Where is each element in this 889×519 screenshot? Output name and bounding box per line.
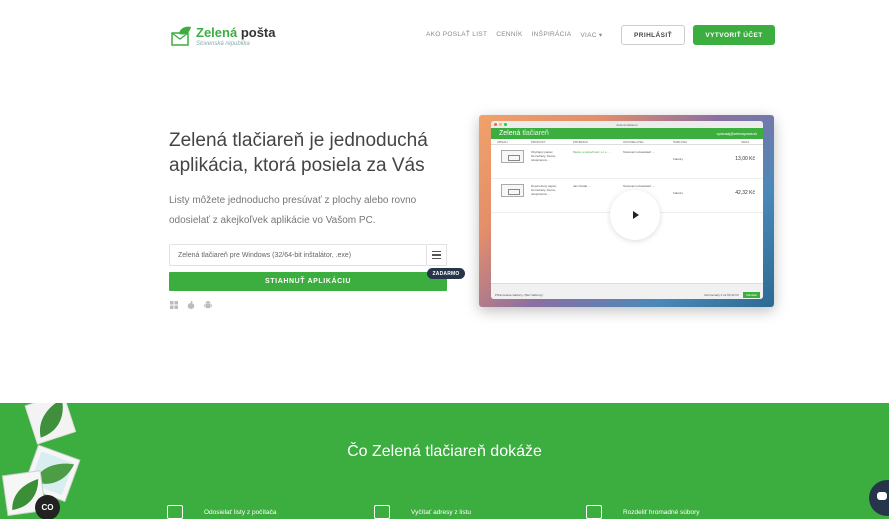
cookie-settings-button[interactable]: CO	[35, 495, 60, 519]
col-price: CENA	[741, 139, 750, 144]
platform-select[interactable]: Zelená tlačiareň pre Windows (32/64-bit …	[169, 244, 427, 266]
nav-pricing[interactable]: CENNÍK	[496, 31, 522, 39]
split-file-icon	[586, 505, 602, 519]
feature-label: Rozdeliť hromadné súbory	[623, 508, 700, 516]
windows-icon[interactable]	[170, 296, 178, 309]
feature-item: Vyčítať adresy z listu	[374, 505, 471, 519]
play-icon[interactable]	[610, 190, 660, 240]
col-template: ŠABLÓNA	[673, 139, 688, 144]
feature-item: Odosielať listy z počítača	[167, 505, 277, 519]
feature-label: Odosielať listy z počítača	[204, 508, 277, 516]
os-icons	[170, 296, 212, 309]
platform-menu-button[interactable]	[427, 244, 447, 266]
logo-subtitle: Slovenská republika	[196, 40, 250, 47]
row-recipient: Jan Novák ...	[573, 184, 591, 188]
create-account-button[interactable]: VYTVORIŤ ÚČET	[693, 25, 775, 45]
logo[interactable]: Zelená pošta Slovenská republika	[170, 25, 275, 47]
window-title: Zelená tlačiareň	[616, 122, 638, 127]
login-button[interactable]: PRIHLÁSIŤ	[621, 25, 685, 45]
apple-icon[interactable]	[187, 296, 195, 309]
app-footer: Přiřazovanie šablony: (Bez šablony) Dohr…	[491, 283, 763, 299]
nav-more[interactable]: VIAC ▾	[580, 31, 602, 39]
row-template: Faktury	[673, 157, 684, 161]
free-badge: ZADARMO	[427, 268, 465, 279]
feature-item: Rozdeliť hromadné súbory	[586, 505, 700, 519]
document-list-icon	[374, 505, 390, 519]
window-titlebar: Zelená tlačiareň	[491, 121, 763, 128]
row-template: Faktury	[673, 191, 684, 195]
platform-select-value: Zelená tlačiareň pre Windows (32/64-bit …	[178, 251, 352, 259]
features-title: Čo Zelená tlačiareň dokáže	[347, 443, 542, 460]
col-product: PRODUKT	[531, 139, 546, 144]
letter-thumbnail	[501, 184, 524, 197]
app-account: vyskusaj@zelenaposta.sk	[716, 131, 757, 136]
app-header: Zelená tlačiareň vyskusaj@zelenaposta.sk	[491, 128, 763, 139]
app-window: Zelená tlačiareň Zelená tlačiareň vyskus…	[491, 121, 763, 299]
col-sender: ODOSIELATEĽ	[623, 139, 644, 144]
row-price: 13,00 Kč	[735, 156, 755, 162]
monitor-icon	[167, 505, 183, 519]
app-row[interactable]: Obyčajný papier, čiernobiely, čierna, ob…	[491, 145, 763, 179]
row-sender: Testovací odosielateľ ...	[623, 184, 655, 188]
col-recipient: PRÍJEMCA	[573, 139, 589, 144]
app-name-2: tlačiareň	[522, 130, 549, 137]
logo-name-dark: pošta	[240, 24, 276, 40]
row-recipient: Mesto a spoločnosť, s.r.o. ...	[573, 150, 611, 154]
stamps-illustration	[1, 403, 81, 517]
letter-thumbnail	[501, 150, 524, 163]
main-nav: AKO POSLAŤ LIST CENNÍK INŠPIRÁCIA VIAC ▾	[426, 31, 602, 39]
footer-total: Dohromady 2 za 55,32 Kč	[704, 293, 739, 297]
col-content: OBSAH	[497, 139, 508, 144]
site-header: Zelená pošta Slovenská republika AKO POS…	[0, 0, 889, 70]
envelope-leaf-icon	[170, 25, 192, 47]
hero-title: Zelená tlačiareň je jednoduchá aplikácia…	[169, 130, 428, 176]
app-name-1: Zelená	[499, 130, 521, 137]
send-button[interactable]: Odoslať	[743, 292, 760, 298]
nav-inspiration[interactable]: INŠPIRÁCIA	[532, 31, 572, 39]
logo-name-green: Zelená	[196, 24, 238, 40]
row-price: 42,32 Kč	[735, 190, 755, 196]
android-icon[interactable]	[204, 296, 212, 308]
features-section: Čo Zelená tlačiareň dokáže Odosielať lis…	[0, 403, 889, 519]
row-product: Obyčajný papier, čiernobiely, čierna, ob…	[531, 150, 556, 162]
download-app-button[interactable]: STIAHNUŤ APLIKÁCIU	[169, 272, 447, 291]
menu-icon	[432, 250, 441, 253]
app-video-preview[interactable]: Zelená tlačiareň Zelená tlačiareň vyskus…	[479, 115, 774, 307]
feature-label: Vyčítať adresy z listu	[411, 508, 471, 516]
row-product: Doporučený papier, čiernobiely, čierna, …	[531, 184, 558, 196]
nav-how-to-send[interactable]: AKO POSLAŤ LIST	[426, 31, 487, 39]
footer-template: Přiřazovanie šablony: (Bez šablony)	[495, 293, 543, 297]
hero-description: Listy môžete jednoducho presúvať z ploch…	[169, 195, 417, 226]
row-sender: Testovací odosielateľ ...	[623, 150, 655, 154]
